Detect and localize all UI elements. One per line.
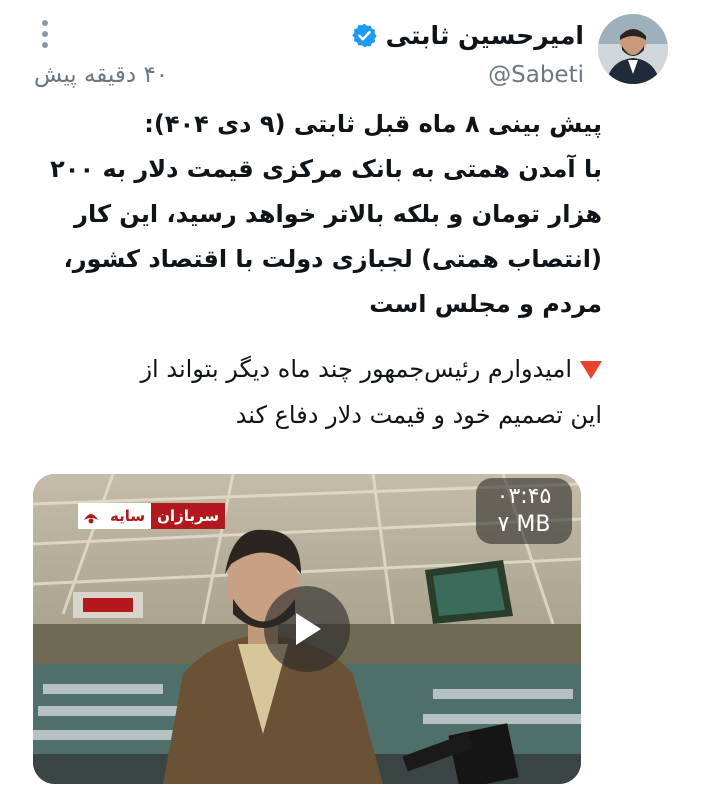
post-text-bold: پیش بینی ۸ ماه قبل ثابتی (۹ دی ۴۰۴): با …	[42, 102, 602, 327]
post-time: ۴۰ دقیقه پیش	[34, 62, 169, 88]
tweet-card: امیرحسین ثابتی @Sabeti ۴۰ دقیقه پیش پیش …	[0, 0, 702, 800]
post-text-normal: امیدوارم رئیس‌جمهور چند ماه دیگر بتواند …	[42, 346, 602, 438]
post-text: پیش بینی ۸ ماه قبل ثابتی (۹ دی ۴۰۴): با …	[42, 102, 602, 438]
text-line: (انتصاب همتی) لجبازی دولت با اقتصاد کشور…	[63, 245, 602, 273]
author-row: امیرحسین ثابتی	[351, 18, 584, 52]
video-duration: ۰۳:۴۵	[496, 484, 552, 509]
logo-text-part2: سایه	[104, 503, 152, 529]
logo-text-part1: سربازان	[151, 503, 226, 529]
play-icon[interactable]	[264, 586, 350, 672]
text-line: مردم و مجلس است	[369, 290, 602, 318]
channel-logo: سربازان سایه	[78, 503, 226, 529]
avatar-photo	[598, 14, 668, 84]
author-handle[interactable]: @Sabeti	[488, 62, 584, 88]
red-down-triangle-icon	[580, 361, 602, 379]
logo-emblem-icon	[78, 503, 104, 529]
verified-badge-icon	[351, 23, 377, 47]
text-line: امیدوارم رئیس‌جمهور چند ماه دیگر بتواند …	[42, 346, 602, 392]
video-size: ۷ MB	[497, 512, 551, 537]
text-line: پیش بینی ۸ ماه قبل ثابتی (۹ دی ۴۰۴):	[144, 110, 602, 138]
video-info-badge: ۰۳:۴۵ ۷ MB	[476, 478, 572, 544]
text-line: با آمدن همتی به بانک مرکزی قیمت دلار به …	[50, 155, 602, 183]
more-options-icon[interactable]	[38, 14, 52, 54]
author-name[interactable]: امیرحسین ثابتی	[386, 21, 584, 50]
text-line-content: امیدوارم رئیس‌جمهور چند ماه دیگر بتواند …	[140, 355, 572, 383]
text-line: این تصمیم خود و قیمت دلار دفاع کند	[235, 401, 602, 429]
avatar[interactable]	[598, 14, 668, 84]
play-triangle	[296, 613, 321, 645]
text-line: هزار تومان و بلکه بالاتر خواهد رسید، این…	[74, 200, 602, 228]
